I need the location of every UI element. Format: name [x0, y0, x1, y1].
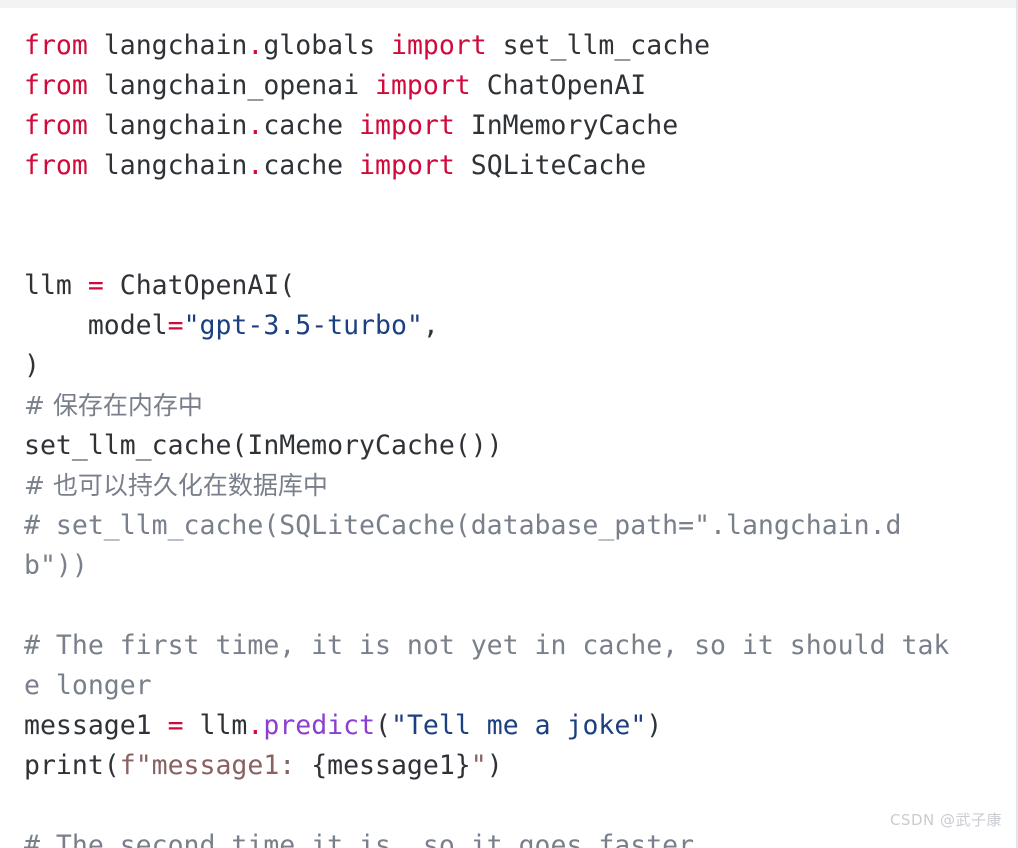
- code-token: =: [167, 710, 184, 741]
- code-token: print(: [24, 750, 120, 781]
- code-token: ): [24, 350, 40, 381]
- code-token: import: [359, 110, 455, 141]
- python-code-block[interactable]: from langchain.globals import set_llm_ca…: [0, 8, 1016, 848]
- code-line-comment-first-time-wrap-1: # The first time, it is not yet in cache…: [24, 626, 1012, 666]
- code-token: # The first time, it is not yet in cache…: [24, 630, 950, 661]
- code-token: # 保存在内存中: [24, 391, 203, 420]
- code-token: cache: [263, 110, 360, 141]
- code-token: # 也可以持久化在数据库中: [24, 471, 328, 500]
- code-token: langchain: [87, 150, 248, 181]
- code-line-import-globals: from langchain.globals import set_llm_ca…: [24, 26, 1012, 66]
- code-token: "gpt-3.5-turbo": [183, 310, 423, 341]
- code-line-import-sqlitecache: from langchain.cache import SQLiteCache: [24, 146, 1012, 186]
- code-token: from: [24, 110, 88, 141]
- code-token: llm: [183, 710, 248, 741]
- code-token: ": [470, 750, 487, 781]
- code-token: import: [390, 30, 487, 61]
- code-token: # set_llm_cache(SQLiteCache(database_pat…: [24, 510, 902, 541]
- code-line-comment-sqlite-wrap-2: b")): [24, 546, 1012, 586]
- code-token: "Tell me a joke": [391, 710, 647, 741]
- code-token: .: [247, 710, 264, 741]
- code-token: e longer: [24, 670, 152, 701]
- code-token: set_llm_cache(InMemoryCache()): [24, 430, 503, 461]
- csdn-watermark: CSDN @武子康: [889, 811, 1002, 829]
- code-screenshot: from langchain.globals import set_llm_ca…: [0, 0, 1018, 848]
- code-token: .: [247, 150, 264, 181]
- code-line-blank-4: [24, 786, 1012, 826]
- code-line-import-inmemorycache: from langchain.cache import InMemoryCach…: [24, 106, 1012, 146]
- code-line-import-chatopenai: from langchain_openai import ChatOpenAI: [24, 66, 1012, 106]
- code-token: langchain_openai: [87, 70, 376, 101]
- code-line-llm-close-paren: ): [24, 346, 1012, 386]
- code-line-llm-model-arg: model="gpt-3.5-turbo",: [24, 306, 1012, 346]
- code-token: b")): [24, 550, 88, 581]
- code-line-comment-first-time-wrap-2: e longer: [24, 666, 1012, 706]
- code-token: predict: [263, 710, 376, 741]
- code-token: # The second time it is, so it goes fast…: [24, 830, 695, 848]
- code-token: f"message1:: [119, 750, 312, 781]
- code-token: ChatOpenAI(: [103, 270, 296, 301]
- code-line-print-message1: print(f"message1: {message1}"): [24, 746, 1012, 786]
- code-token: cache: [263, 150, 360, 181]
- code-token: InMemoryCache: [454, 110, 679, 141]
- code-line-message1-assign: message1 = llm.predict("Tell me a joke"): [24, 706, 1012, 746]
- code-token: set_llm_cache: [486, 30, 711, 61]
- code-token: import: [359, 150, 455, 181]
- top-edge-strip: [0, 0, 1016, 8]
- code-line-comment-persist-db: # 也可以持久化在数据库中: [24, 466, 1012, 506]
- code-line-blank-2: [24, 226, 1012, 266]
- code-token: langchain: [87, 30, 248, 61]
- code-token: ): [486, 750, 503, 781]
- code-line-comment-save-memory: # 保存在内存中: [24, 386, 1012, 426]
- code-token: SQLiteCache: [454, 150, 647, 181]
- code-token: llm: [24, 270, 88, 301]
- code-token: from: [24, 30, 88, 61]
- code-token: .: [247, 30, 264, 61]
- code-token: =: [87, 270, 104, 301]
- code-token: =: [167, 310, 184, 341]
- code-line-comment-second-time-clipped: # The second time it is, so it goes fast…: [24, 826, 1012, 848]
- code-token: ,: [422, 310, 439, 341]
- code-token: globals: [263, 30, 391, 61]
- code-token: message1: [24, 710, 168, 741]
- code-token: {message1}: [311, 750, 471, 781]
- code-token: model: [24, 310, 168, 341]
- code-line-blank-3: [24, 586, 1012, 626]
- code-token: langchain: [87, 110, 248, 141]
- code-line-set-cache-inmemory: set_llm_cache(InMemoryCache()): [24, 426, 1012, 466]
- code-token: from: [24, 150, 88, 181]
- code-line-blank-1: [24, 186, 1012, 226]
- code-token: ChatOpenAI: [470, 70, 647, 101]
- code-token: from: [24, 70, 88, 101]
- code-token: import: [375, 70, 471, 101]
- code-line-comment-sqlite-wrap-1: # set_llm_cache(SQLiteCache(database_pat…: [24, 506, 1012, 546]
- code-token: .: [247, 110, 264, 141]
- code-token: (: [375, 710, 392, 741]
- code-token: ): [646, 710, 663, 741]
- code-line-llm-assign: llm = ChatOpenAI(: [24, 266, 1012, 306]
